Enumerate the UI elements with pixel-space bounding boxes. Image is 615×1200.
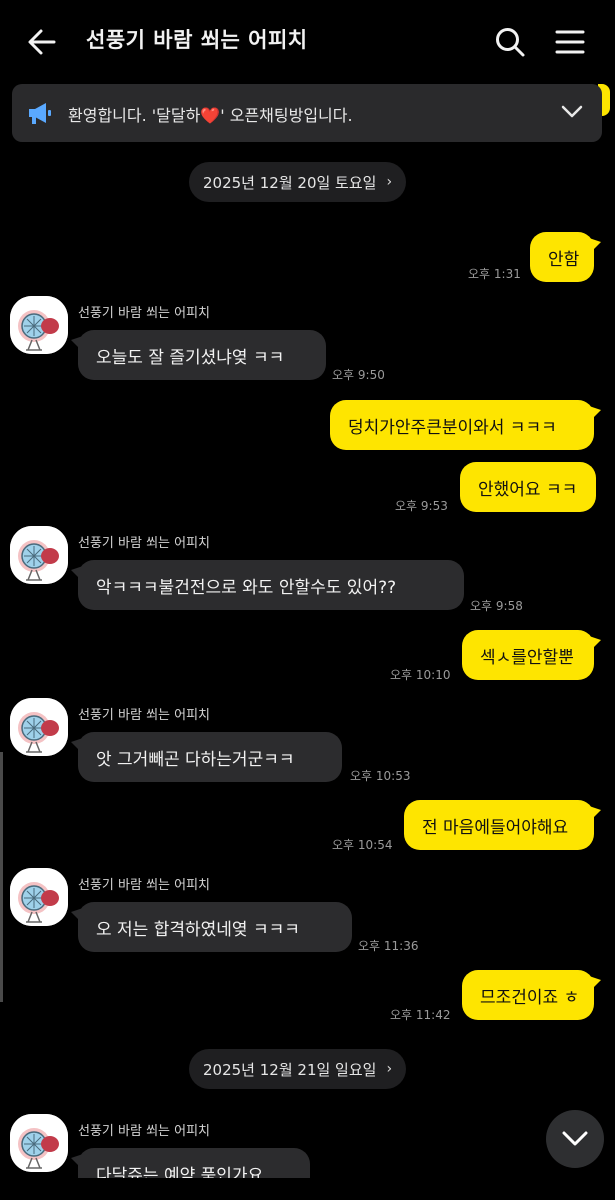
apeach-fan-avatar-icon bbox=[10, 868, 68, 926]
their-message-bubble[interactable]: 앗 그거빼곤 다하는거군ㅋㅋ bbox=[71, 732, 342, 782]
avatar[interactable] bbox=[10, 526, 68, 584]
my-message-bubble[interactable]: 므조건이죠 ㅎ bbox=[462, 970, 601, 1020]
scroll-to-bottom-button[interactable] bbox=[546, 1110, 604, 1168]
apeach-fan-avatar-icon bbox=[10, 296, 68, 354]
chat-room-title: 선풍기 바람 쐬는 어피치 bbox=[86, 28, 308, 52]
message-time: 오후 11:36 bbox=[358, 939, 419, 953]
sender-name: 선풍기 바람 쐬는 어피치 bbox=[78, 306, 210, 321]
my-message-bubble[interactable]: 섹ㅅ를안할뿐 bbox=[462, 630, 601, 680]
my-message-bubble[interactable]: 전 마음에들어야해요 bbox=[404, 800, 601, 850]
message-time: 오후 1:31 bbox=[468, 267, 521, 281]
their-message-bubble[interactable]: 오 저는 합격하였네옂 ㅋㅋㅋ bbox=[71, 902, 352, 952]
avatar[interactable] bbox=[10, 1114, 68, 1172]
hamburger-menu-icon bbox=[555, 30, 585, 54]
scroll-indicator bbox=[0, 752, 3, 1002]
my-message-bubble[interactable]: 안함 bbox=[530, 232, 601, 282]
message-time: 오후 9:53 bbox=[395, 499, 448, 513]
sender-name: 선풍기 바람 쐬는 어피치 bbox=[78, 708, 210, 723]
apeach-fan-avatar-icon bbox=[10, 698, 68, 756]
avatar[interactable] bbox=[10, 868, 68, 926]
date-label: 2025년 12월 21일 일요일 bbox=[203, 1060, 377, 1079]
message-time: 오후 9:50 bbox=[332, 368, 385, 382]
notice-expand-button[interactable] bbox=[558, 98, 586, 126]
menu-button[interactable] bbox=[550, 22, 590, 62]
megaphone-icon bbox=[29, 103, 51, 124]
chevron-down-icon bbox=[562, 1131, 588, 1146]
chevron-right-icon: › bbox=[386, 1061, 393, 1077]
bottom-cutoff bbox=[0, 1178, 615, 1200]
sender-name: 선풍기 바람 쐬는 어피치 bbox=[78, 1124, 210, 1139]
their-message-bubble[interactable]: 오늘도 잘 즐기셨냐옂 ㅋㅋ bbox=[71, 330, 326, 380]
avatar[interactable] bbox=[10, 296, 68, 354]
arrow-left-icon bbox=[28, 29, 56, 55]
back-button[interactable] bbox=[22, 22, 62, 62]
sender-name: 선풍기 바람 쐬는 어피치 bbox=[78, 536, 210, 551]
search-icon bbox=[496, 28, 525, 57]
message-time: 오후 10:54 bbox=[332, 838, 393, 852]
message-time: 오후 11:42 bbox=[390, 1008, 451, 1022]
message-time: 오후 10:53 bbox=[350, 769, 411, 783]
date-label: 2025년 12월 20일 토요일 bbox=[203, 173, 377, 192]
my-message-bubble[interactable]: 안했어요 ㅋㅋ bbox=[460, 462, 596, 512]
sender-name: 선풍기 바람 쐬는 어피치 bbox=[78, 878, 210, 893]
chevron-right-icon: › bbox=[386, 174, 393, 190]
notice-text: 환영합니다. '달달하❤️' 오픈채팅방입니다. bbox=[68, 106, 353, 125]
message-time: 오후 9:58 bbox=[470, 599, 523, 613]
message-time: 오후 10:10 bbox=[390, 668, 451, 682]
notice-banner[interactable]: 환영합니다. '달달하❤️' 오픈채팅방입니다. bbox=[12, 84, 602, 142]
their-message-bubble[interactable]: 악ㅋㅋㅋ불건전으로 와도 안할수도 있어?? bbox=[71, 560, 464, 610]
avatar[interactable] bbox=[10, 698, 68, 756]
apeach-fan-avatar-icon bbox=[10, 526, 68, 584]
chevron-down-icon bbox=[561, 105, 583, 118]
date-divider[interactable]: 2025년 12월 20일 토요일 › bbox=[189, 162, 407, 202]
chat-screen: 선풍기 바람 쐬는 어피치 환영합니다. '달달하❤️' 오픈채팅방입니다. 2… bbox=[0, 0, 615, 1200]
date-divider[interactable]: 2025년 12월 21일 일요일 › bbox=[189, 1049, 407, 1089]
apeach-fan-avatar-icon bbox=[10, 1114, 68, 1172]
chat-header: 선풍기 바람 쐬는 어피치 bbox=[0, 0, 615, 82]
search-button[interactable] bbox=[490, 22, 530, 62]
my-message-bubble[interactable]: 덩치가안주큰분이와서 ㅋㅋㅋ bbox=[330, 400, 601, 450]
